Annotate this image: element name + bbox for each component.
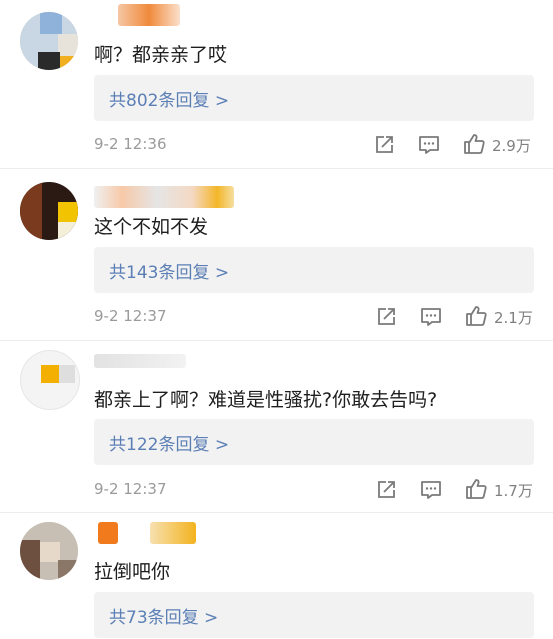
divider xyxy=(0,340,553,341)
username-blurred[interactable] xyxy=(118,4,180,26)
comment-text: 拉倒吧你 xyxy=(94,561,171,583)
reply-count-link[interactable]: 共802条回复 > xyxy=(109,86,229,111)
comment-icon[interactable] xyxy=(420,306,442,328)
share-icon[interactable] xyxy=(375,479,397,501)
reply-count-link[interactable]: 共143条回复 > xyxy=(109,258,229,283)
reply-summary-box[interactable]: 共122条回复 > xyxy=(94,419,534,465)
comment-icon[interactable] xyxy=(420,479,442,501)
like-icon[interactable] xyxy=(465,478,487,500)
avatar[interactable] xyxy=(20,182,78,240)
comment-icon[interactable] xyxy=(418,134,440,156)
share-icon[interactable] xyxy=(373,134,395,156)
avatar[interactable] xyxy=(20,12,78,70)
username-blurred[interactable] xyxy=(94,354,186,368)
avatar[interactable] xyxy=(20,350,80,410)
username-blurred[interactable] xyxy=(98,522,118,544)
like-icon[interactable] xyxy=(465,305,487,327)
username-blurred[interactable] xyxy=(94,186,234,208)
avatar[interactable] xyxy=(20,522,78,580)
comment-time: 9-2 12:37 xyxy=(94,307,167,325)
comment-time: 9-2 12:36 xyxy=(94,135,167,153)
comment-text: 都亲上了啊？难道是性骚扰?你敢去告吗? xyxy=(94,389,438,411)
reply-count-link[interactable]: 共73条回复 > xyxy=(109,603,218,628)
like-count: 2.9万 xyxy=(492,137,531,155)
reply-summary-box[interactable]: 共73条回复 > xyxy=(94,592,534,638)
divider xyxy=(0,168,553,169)
like-count: 1.7万 xyxy=(494,482,533,500)
reply-count-link[interactable]: 共122条回复 > xyxy=(109,430,229,455)
comment-text: 啊？都亲亲了哎 xyxy=(94,44,228,66)
share-icon[interactable] xyxy=(375,306,397,328)
comment-time: 9-2 12:37 xyxy=(94,480,167,498)
comment-text: 这个不如不发 xyxy=(94,216,209,238)
reply-summary-box[interactable]: 共802条回复 > xyxy=(94,75,534,121)
username-blurred[interactable] xyxy=(150,522,196,544)
divider xyxy=(0,512,553,513)
like-icon[interactable] xyxy=(463,133,485,155)
like-count: 2.1万 xyxy=(494,309,533,327)
reply-summary-box[interactable]: 共143条回复 > xyxy=(94,247,534,293)
